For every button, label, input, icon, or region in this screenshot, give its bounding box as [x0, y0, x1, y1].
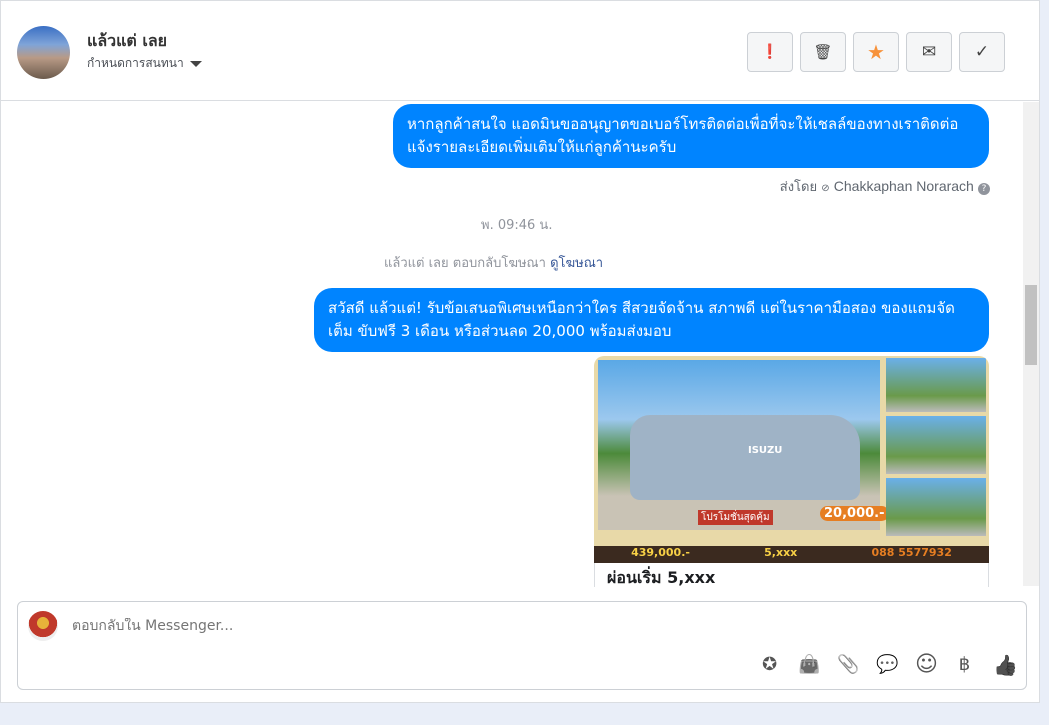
message-bubble: สวัสดี แล้วแต่! รับข้อเสนอพิเศษเหนือกว่า… [314, 288, 989, 352]
alert-icon: ❗ [761, 44, 779, 60]
star-button[interactable]: ★ [853, 32, 899, 72]
thumbs-up-icon[interactable]: 👍 [993, 653, 1018, 677]
admin-icon: ⊘ [821, 183, 830, 194]
avatar[interactable] [17, 26, 70, 79]
chat-dots-icon[interactable]: 💬 [876, 654, 898, 675]
sent-by-label: ส่งโดย [779, 180, 818, 195]
message-bubble: หากลูกค้าสนใจ แอดมินขออนุญาตขอเบอร์โทรติ… [393, 104, 989, 168]
mark-done-button[interactable]: ✓ [959, 32, 1005, 72]
view-ad-link[interactable]: ดูโฆษณา [550, 256, 603, 271]
scrollbar[interactable] [1023, 102, 1039, 586]
reply-input[interactable] [72, 618, 972, 634]
ad-image[interactable]: ISUZU โปรโมชั่นสุดคุ้ม 20,000.- 439,000.… [594, 356, 989, 563]
ad-reply-text: แล้วแต่ เลย ตอบกลับโฆษณา [384, 256, 546, 271]
paperclip-icon[interactable]: 📎 [837, 654, 859, 675]
mark-unread-button[interactable]: ✉ [906, 32, 952, 72]
spam-button[interactable]: ❗ [747, 32, 793, 72]
caret-down-icon [189, 60, 202, 67]
delete-button[interactable]: 🗑 [800, 32, 846, 72]
truck-photo: ISUZU โปรโมชั่นสุดคุ้ม 20,000.- [598, 360, 889, 530]
check-icon: ✓ [974, 42, 990, 62]
conversation-header: แล้วแต่ เลย กำหนดการสนทนา ❗ 🗑 ★ ✉ ✓ [1, 1, 1039, 101]
timestamp: พ. 09:46 น. [481, 218, 553, 233]
saved-reply-icon[interactable]: ✪ [759, 654, 780, 675]
composer: ✪ 👜 📎 💬 ☺ ฿ 👍 [17, 601, 1027, 690]
conversation-panel: แล้วแต่ เลย กำหนดการสนทนา ❗ 🗑 ★ ✉ ✓ หากล… [0, 0, 1040, 703]
page-avatar [28, 611, 58, 641]
sender-name: Chakkaphan Norarach [833, 178, 974, 194]
ad-caption: ผ่อนเริ่ม 5,xxx [594, 563, 989, 587]
sent-by: ส่งโดย ⊘ Chakkaphan Norarach ? [780, 176, 990, 197]
help-icon[interactable]: ? [978, 183, 990, 195]
price-text: 439,000.- [631, 546, 690, 559]
conversation-settings-dropdown[interactable]: กำหนดการสนทนา [87, 54, 202, 73]
shop-bag-icon[interactable]: 👜 [798, 654, 820, 675]
emoji-icon[interactable]: ☺ [915, 652, 938, 677]
star-icon: ★ [867, 40, 885, 64]
contact-name[interactable]: แล้วแต่ เลย [87, 29, 167, 54]
mail-icon: ✉ [921, 42, 937, 62]
trash-icon: 🗑 [813, 43, 833, 61]
ad-reply-note: แล้วแต่ เลย ตอบกลับโฆษณา ดูโฆษณา [384, 252, 603, 273]
discount-text: 20,000.- [820, 506, 889, 521]
scrollbar-thumb[interactable] [1025, 285, 1037, 365]
baht-icon[interactable]: ฿ [954, 654, 975, 675]
brand-text: ISUZU [748, 445, 783, 456]
installment-text: 5,xxx [764, 546, 798, 559]
message-list: หากลูกค้าสนใจ แอดมินขออนุญาตขอเบอร์โทรติ… [1, 102, 1021, 587]
settings-label: กำหนดการสนทนา [87, 56, 184, 70]
promo-text: โปรโมชั่นสุดคุ้ม [698, 510, 773, 525]
phone-text: 088 5577932 [871, 546, 952, 559]
